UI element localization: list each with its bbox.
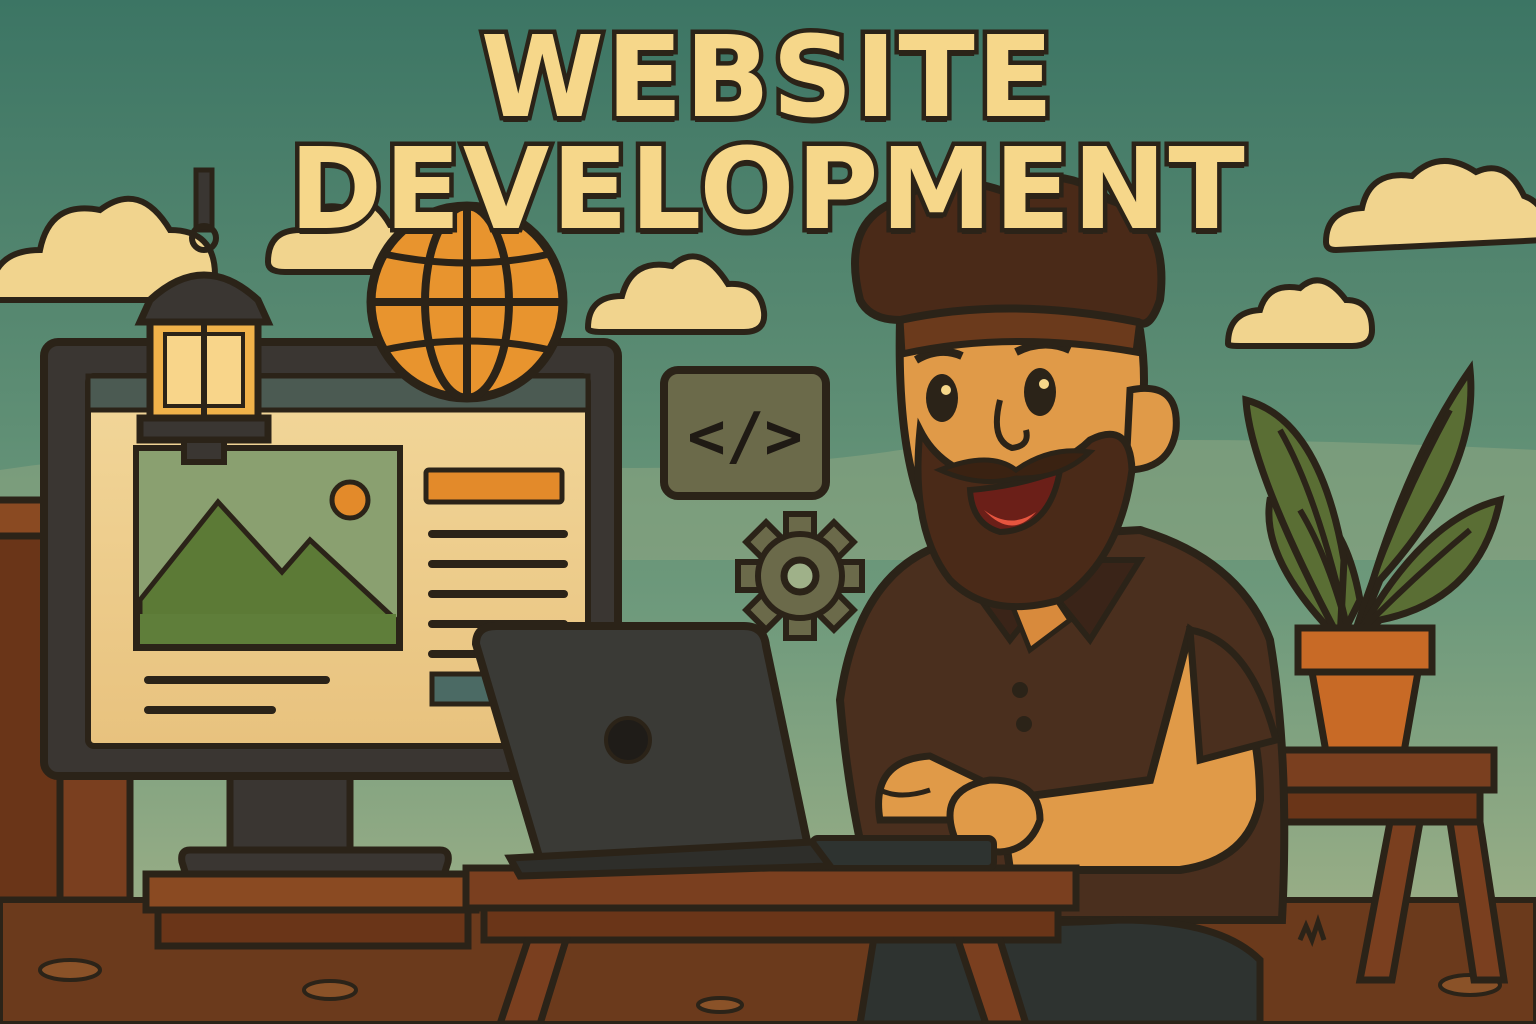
code-badge-label: </> (687, 400, 803, 474)
code-icon: </> (660, 366, 830, 500)
illustration-scene: </> WEBSITE DEVELOPMENT (0, 0, 1536, 1024)
page-title: WEBSITE DEVELOPMENT (285, 13, 1249, 255)
gear-icon (735, 511, 865, 641)
keyboard (809, 835, 997, 871)
laptop-logo-icon (604, 716, 652, 764)
